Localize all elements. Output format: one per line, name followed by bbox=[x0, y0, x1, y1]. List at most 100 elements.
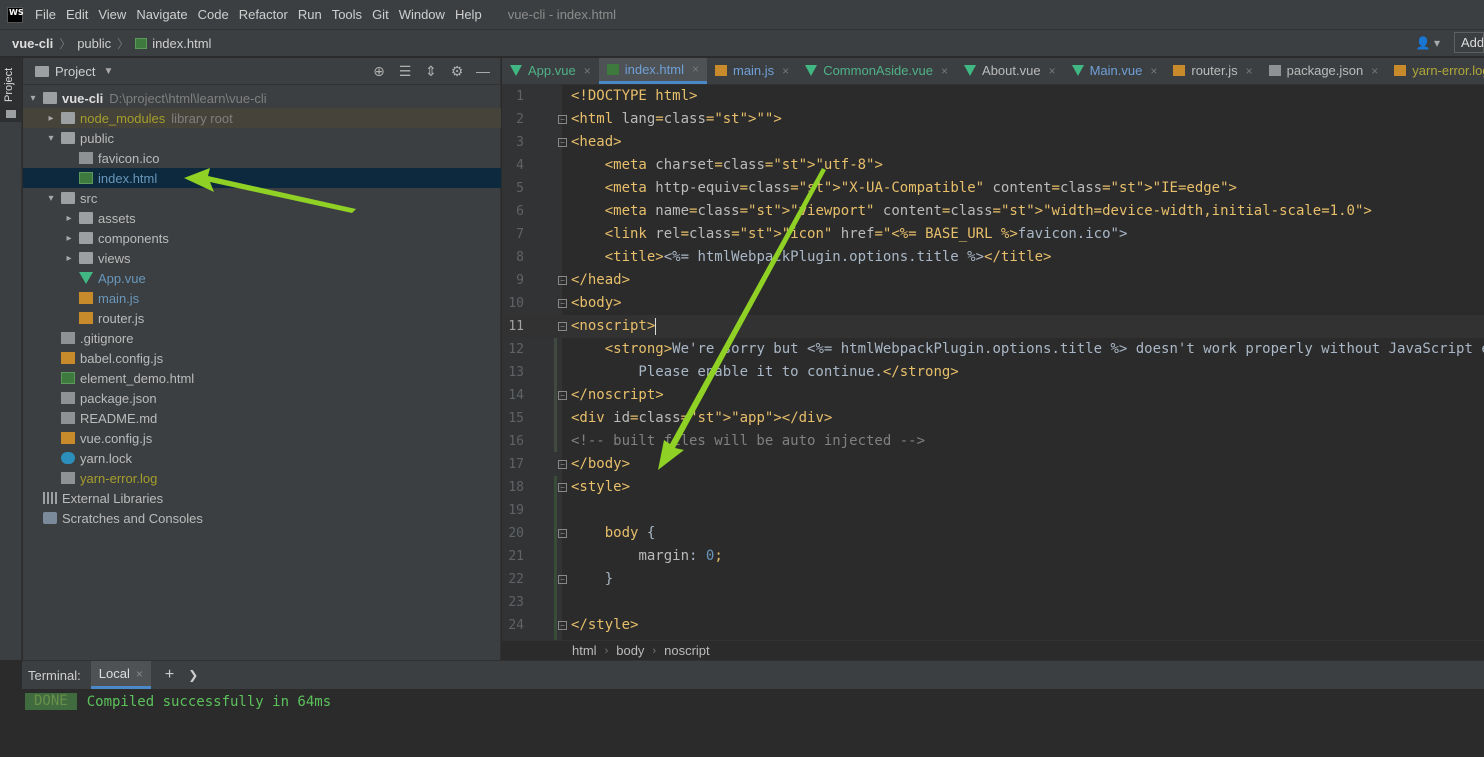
code-line[interactable]: 13 Please enable it to continue.</strong… bbox=[502, 361, 1484, 384]
tree-item[interactable]: vue.config.js bbox=[23, 428, 501, 448]
code-line[interactable]: 12 <strong>We're sorry but <%= htmlWebpa… bbox=[502, 338, 1484, 361]
menu-help[interactable]: Help bbox=[455, 7, 482, 22]
code-line[interactable]: 17 − </body> bbox=[502, 453, 1484, 476]
close-icon[interactable]: × bbox=[1246, 64, 1253, 78]
menu-window[interactable]: Window bbox=[399, 7, 445, 22]
editor-crumb-html[interactable]: html bbox=[572, 643, 597, 658]
code-line[interactable]: 19 bbox=[502, 499, 1484, 522]
tree-item[interactable]: Scratches and Consoles bbox=[23, 508, 501, 528]
user-dropdown-icon[interactable]: 👤 ▾ bbox=[1416, 36, 1440, 50]
menu-edit[interactable]: Edit bbox=[66, 7, 88, 22]
tree-item[interactable]: favicon.ico bbox=[23, 148, 501, 168]
locate-icon[interactable]: ⊕ bbox=[370, 62, 388, 80]
menu-refactor[interactable]: Refactor bbox=[239, 7, 288, 22]
code-line[interactable]: 18 − <style> bbox=[502, 476, 1484, 499]
fold-toggle-icon[interactable]: − bbox=[558, 115, 567, 124]
tree-item[interactable]: yarn-error.log bbox=[23, 468, 501, 488]
tree-item[interactable]: package.json bbox=[23, 388, 501, 408]
tree-item[interactable]: ▾ vue-cli D:\project\html\learn\vue-cli bbox=[23, 88, 501, 108]
chevron-down-icon[interactable]: ▾ bbox=[45, 133, 57, 144]
code-line[interactable]: 2 − <html lang=class="st">""> bbox=[502, 108, 1484, 131]
editor-crumb-noscript[interactable]: noscript bbox=[664, 643, 710, 658]
close-icon[interactable]: × bbox=[1150, 64, 1157, 78]
code-line[interactable]: 20 − body { bbox=[502, 522, 1484, 545]
tree-item[interactable]: ▸ node_modules library root bbox=[23, 108, 501, 128]
menu-code[interactable]: Code bbox=[198, 7, 229, 22]
tree-item[interactable]: ▸ components bbox=[23, 228, 501, 248]
editor-crumb-body[interactable]: body bbox=[616, 643, 644, 658]
menu-navigate[interactable]: Navigate bbox=[136, 7, 187, 22]
code-line[interactable]: 24 − </style> bbox=[502, 614, 1484, 637]
code-line[interactable]: 10 − <body> bbox=[502, 292, 1484, 315]
fold-toggle-icon[interactable]: − bbox=[558, 138, 567, 147]
close-icon[interactable]: × bbox=[1371, 64, 1378, 78]
close-icon[interactable]: × bbox=[136, 667, 143, 681]
minimize-icon[interactable]: — bbox=[474, 62, 492, 80]
fold-toggle-icon[interactable]: − bbox=[558, 276, 567, 285]
close-icon[interactable]: × bbox=[692, 62, 699, 76]
breadcrumb-project[interactable]: vue-cli bbox=[12, 36, 53, 51]
project-tool-tab[interactable]: Project bbox=[0, 58, 22, 122]
editor-tab[interactable]: package.json × bbox=[1261, 58, 1387, 84]
fold-toggle-icon[interactable]: − bbox=[558, 621, 567, 630]
fold-toggle-icon[interactable]: − bbox=[558, 529, 567, 538]
chevron-down-icon[interactable]: ▾ bbox=[45, 193, 57, 204]
project-panel-title[interactable]: Project bbox=[55, 64, 95, 79]
code-line[interactable]: 23 bbox=[502, 591, 1484, 614]
code-line[interactable]: 1 <!DOCTYPE html> bbox=[502, 85, 1484, 108]
editor-tab[interactable]: App.vue × bbox=[502, 58, 599, 84]
fold-toggle-icon[interactable]: − bbox=[558, 483, 567, 492]
code-area[interactable]: 1 <!DOCTYPE html> 2− <html lang=class="st">… bbox=[502, 85, 1484, 640]
tree-item[interactable]: router.js bbox=[23, 308, 501, 328]
tree-item[interactable]: .gitignore bbox=[23, 328, 501, 348]
menu-tools[interactable]: Tools bbox=[332, 7, 362, 22]
expand-all-icon[interactable]: ☰ bbox=[396, 62, 414, 80]
tree-item[interactable]: main.js bbox=[23, 288, 501, 308]
code-line[interactable]: 4 <meta charset=class="st">"utf-8"> bbox=[502, 154, 1484, 177]
chevron-right-icon[interactable]: ▸ bbox=[45, 113, 57, 124]
editor-tab[interactable]: index.html × bbox=[598, 58, 707, 84]
fold-toggle-icon[interactable]: − bbox=[558, 575, 567, 584]
breadcrumb-public[interactable]: public bbox=[77, 36, 111, 51]
tree-item[interactable]: README.md bbox=[23, 408, 501, 428]
code-line[interactable]: 3 − <head> bbox=[502, 131, 1484, 154]
code-line[interactable]: 5 <meta http-equiv=class="st">"X-UA-Comp… bbox=[502, 177, 1484, 200]
chevron-down-icon[interactable]: ▾ bbox=[27, 93, 39, 104]
tree-item[interactable]: ▾ src bbox=[23, 188, 501, 208]
menu-file[interactable]: File bbox=[35, 7, 56, 22]
tree-item[interactable]: ▾ public bbox=[23, 128, 501, 148]
code-line[interactable]: 6 <meta name=class="st">"viewport" conte… bbox=[502, 200, 1484, 223]
editor-tab[interactable]: main.js × bbox=[707, 58, 797, 84]
fold-toggle-icon[interactable]: − bbox=[558, 460, 567, 469]
terminal-output[interactable]: DONE Compiled successfully in 64ms bbox=[22, 689, 1484, 714]
close-icon[interactable]: × bbox=[941, 64, 948, 78]
editor-tab[interactable]: CommonAside.vue × bbox=[797, 58, 956, 84]
gear-icon[interactable]: ⚙ bbox=[448, 62, 466, 80]
fold-toggle-icon[interactable]: − bbox=[558, 391, 567, 400]
menu-view[interactable]: View bbox=[98, 7, 126, 22]
tree-item[interactable]: babel.config.js bbox=[23, 348, 501, 368]
close-icon[interactable]: × bbox=[1049, 64, 1056, 78]
tree-item[interactable]: index.html bbox=[23, 168, 501, 188]
tree-item[interactable]: ▸ views bbox=[23, 248, 501, 268]
chevron-right-icon[interactable]: ▸ bbox=[63, 213, 75, 224]
fold-toggle-icon[interactable]: − bbox=[558, 299, 567, 308]
chevron-down-icon[interactable]: ▼ bbox=[103, 66, 113, 77]
editor-tab[interactable]: yarn-error.log bbox=[1386, 58, 1484, 84]
menu-run[interactable]: Run bbox=[298, 7, 322, 22]
tree-item[interactable]: External Libraries bbox=[23, 488, 501, 508]
code-line[interactable]: 9 − </head> bbox=[502, 269, 1484, 292]
code-line[interactable]: 7 <link rel=class="st">"icon" href="<%= … bbox=[502, 223, 1484, 246]
add-configuration-button[interactable]: Add bbox=[1454, 32, 1484, 53]
code-line[interactable]: 21 margin: 0; bbox=[502, 545, 1484, 568]
code-line[interactable]: 14 − </noscript> bbox=[502, 384, 1484, 407]
code-line[interactable]: 16 <!-- built files will be auto injected… bbox=[502, 430, 1484, 453]
breadcrumb-index-html[interactable]: index.html bbox=[152, 36, 211, 51]
code-line[interactable]: 15 <div id=class="st">"app"></div> bbox=[502, 407, 1484, 430]
editor-tab[interactable]: router.js × bbox=[1165, 58, 1260, 84]
close-icon[interactable]: × bbox=[584, 64, 591, 78]
tree-item[interactable]: yarn.lock bbox=[23, 448, 501, 468]
terminal-tab-local[interactable]: Local × bbox=[90, 661, 151, 689]
editor-tab[interactable]: Main.vue × bbox=[1064, 58, 1166, 84]
code-line[interactable]: 22 − } bbox=[502, 568, 1484, 591]
